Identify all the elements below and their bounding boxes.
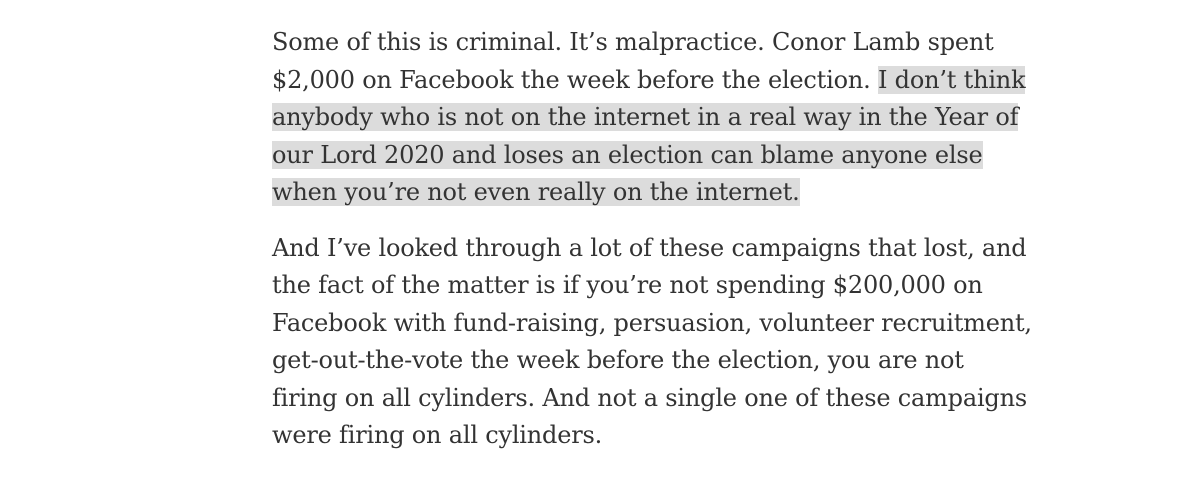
- article-body: Some of this is criminal. It’s malpracti…: [272, 24, 1032, 473]
- paragraph-quote-2: And I’ve looked through a lot of these c…: [272, 233, 1032, 450]
- paragraph-quote-1: Some of this is criminal. It’s malpracti…: [272, 24, 1032, 212]
